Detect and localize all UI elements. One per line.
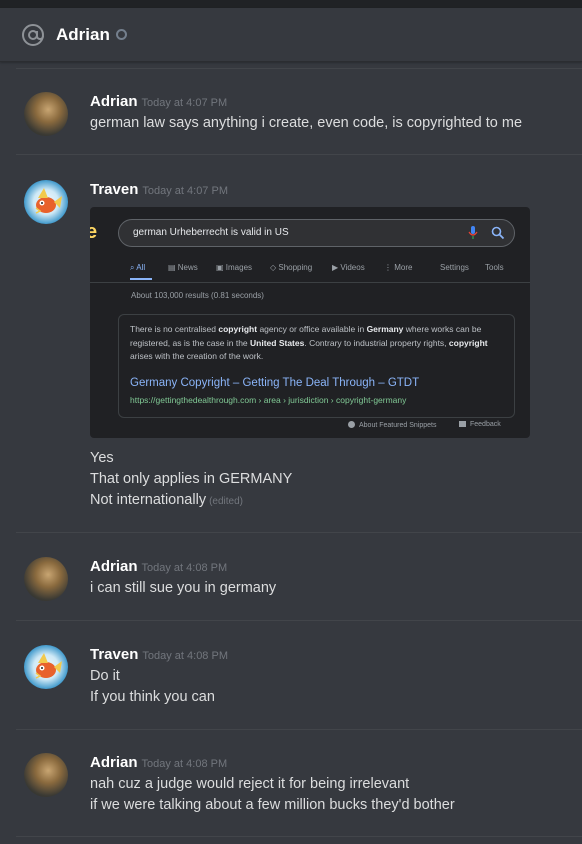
tab-videos: ▶ Videos: [332, 263, 365, 272]
result-url: https://gettingthedealthrough.com › area…: [130, 395, 407, 405]
tab-images: ▣ Images: [216, 263, 253, 272]
username[interactable]: Adrian: [90, 754, 138, 771]
divider: [16, 154, 582, 155]
window-top-strip: [0, 0, 582, 8]
offline-status-icon: [116, 29, 127, 40]
divider: [16, 620, 582, 621]
search-box: german Urheberrecht is valid in US: [118, 219, 515, 247]
tab-news: ▤ News: [168, 263, 198, 272]
snippet-text: There is no centralised copyright agency…: [130, 324, 488, 361]
timestamp: Today at 4:08 PM: [141, 562, 228, 574]
divider: [16, 68, 582, 69]
timestamp: Today at 4:07 PM: [142, 185, 228, 197]
message-header: Traven Today at 4:07 PM: [90, 181, 228, 198]
message-header: Adrian Today at 4:08 PM: [90, 558, 227, 575]
message-text: Do it: [90, 668, 120, 684]
microphone-icon: [468, 226, 478, 239]
feedback: Feedback: [459, 421, 501, 428]
channel-title: Adrian: [56, 25, 110, 44]
tab-all: ⌕ All: [130, 263, 146, 272]
image-attachment[interactable]: e german Urheberrecht is valid in US ⌕ A…: [90, 207, 530, 438]
message-text: That only applies in GERMANY: [90, 471, 293, 487]
timestamp: Today at 4:08 PM: [141, 758, 228, 770]
result-stats: About 103,000 results (0.81 seconds): [131, 291, 264, 300]
username[interactable]: Traven: [90, 181, 138, 198]
username[interactable]: Traven: [90, 646, 138, 663]
avatar[interactable]: [24, 645, 68, 689]
message-text: nah cuz a judge would reject it for bein…: [90, 776, 410, 792]
message-header: Adrian Today at 4:08 PM: [90, 754, 227, 771]
featured-snippet: There is no centralised copyright agency…: [118, 314, 515, 418]
tab-more: ⋮ More: [384, 263, 413, 272]
at-icon: [22, 24, 44, 46]
active-tab-underline: [130, 278, 152, 280]
feedback-icon: [459, 421, 466, 427]
magikarp-icon: [35, 188, 62, 214]
tab-tools: Tools: [485, 263, 504, 272]
tab-settings: Settings: [440, 263, 469, 272]
divider: [16, 532, 582, 533]
message-text: i can still sue you in germany: [90, 580, 277, 596]
message-text: If you think you can: [90, 689, 215, 705]
magikarp-icon: [35, 653, 62, 679]
message-text: if we were talking about a few million b…: [90, 797, 455, 813]
message-text: german law says anything i create, even …: [90, 115, 523, 131]
avatar[interactable]: [24, 557, 68, 601]
about-featured-snippets: About Featured Snippets: [348, 421, 436, 429]
timestamp: Today at 4:07 PM: [141, 97, 228, 109]
divider: [90, 282, 530, 283]
avatar[interactable]: [24, 753, 68, 797]
search-tabs: ⌕ All ▤ News ▣ Images ◇ Shopping ▶ Video…: [130, 263, 510, 280]
channel-header: Adrian: [0, 8, 582, 62]
google-logo-fragment: e: [90, 221, 98, 243]
divider: [16, 729, 582, 730]
message-text: Yes: [90, 450, 114, 466]
search-query: german Urheberrecht is valid in US: [133, 227, 289, 238]
avatar[interactable]: [24, 92, 68, 136]
message-header: Adrian Today at 4:07 PM: [90, 93, 227, 110]
divider: [16, 836, 582, 837]
message-text: Not internationally (edited): [90, 492, 243, 508]
help-icon: [348, 421, 355, 428]
edited-tag: (edited): [209, 496, 243, 507]
username[interactable]: Adrian: [90, 93, 138, 110]
result-title: Germany Copyright – Getting The Deal Thr…: [130, 377, 420, 389]
tab-shopping: ◇ Shopping: [270, 263, 313, 272]
username[interactable]: Adrian: [90, 558, 138, 575]
search-icon: [491, 226, 505, 240]
avatar[interactable]: [24, 180, 68, 224]
timestamp: Today at 4:08 PM: [142, 650, 228, 662]
message-header: Traven Today at 4:08 PM: [90, 646, 228, 663]
